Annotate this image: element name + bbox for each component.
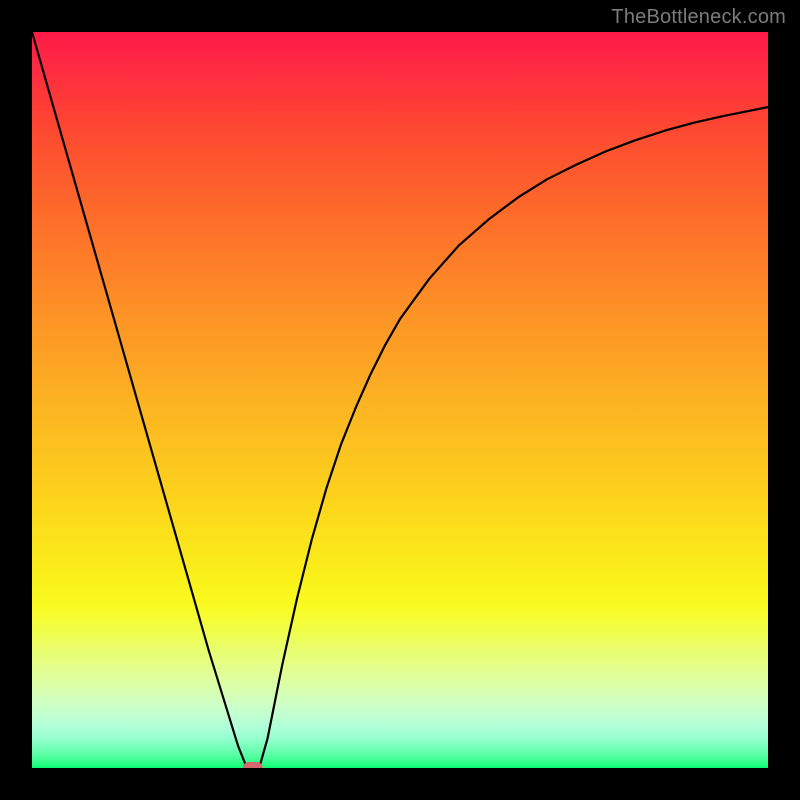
chart-container: TheBottleneck.com [0, 0, 800, 800]
bottleneck-curve [32, 32, 768, 768]
curve-layer [32, 32, 768, 768]
plot-area [32, 32, 768, 768]
min-marker [243, 762, 263, 768]
watermark-text: TheBottleneck.com [611, 6, 786, 29]
